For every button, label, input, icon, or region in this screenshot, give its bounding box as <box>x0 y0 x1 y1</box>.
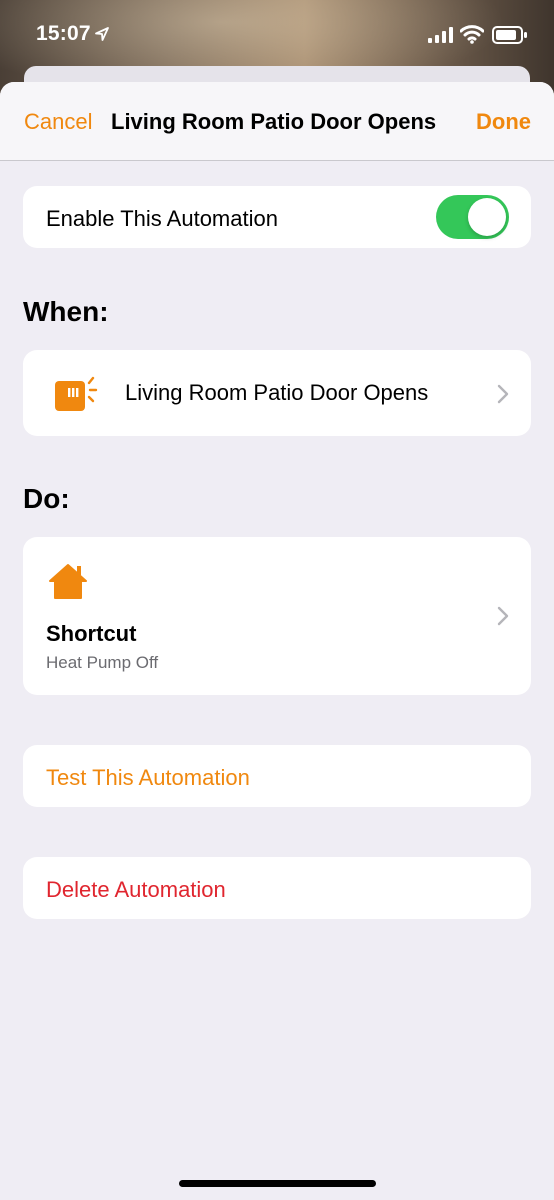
cancel-button[interactable]: Cancel <box>24 109 92 135</box>
when-heading: When: <box>23 296 109 327</box>
chevron-right-icon <box>497 606 509 626</box>
action-title: Shortcut <box>46 621 137 646</box>
location-arrow-icon <box>95 27 109 41</box>
test-automation-label: Test This Automation <box>46 765 250 790</box>
cellular-signal-icon <box>428 27 453 43</box>
test-automation-button[interactable]: Test This Automation <box>23 745 531 807</box>
status-bar: 15:07 <box>0 0 554 66</box>
status-time: 15:07 <box>36 22 91 45</box>
trigger-label: Living Room Patio Door Opens <box>125 380 429 405</box>
chevron-right-icon <box>497 384 509 404</box>
action-row[interactable]: Shortcut Heat Pump Off <box>23 537 531 695</box>
done-button[interactable]: Done <box>476 109 531 135</box>
toggle-knob <box>468 198 506 236</box>
door-sensor-icon <box>55 376 98 411</box>
automation-sheet: Cancel Living Room Patio Door Opens Done… <box>0 82 554 1200</box>
page-title: Living Room Patio Door Opens <box>111 109 437 134</box>
home-icon <box>49 564 87 599</box>
enable-automation-toggle[interactable] <box>436 195 509 239</box>
delete-automation-button[interactable]: Delete Automation <box>23 857 531 919</box>
trigger-row[interactable]: Living Room Patio Door Opens <box>23 350 531 436</box>
delete-automation-label: Delete Automation <box>46 877 226 902</box>
home-indicator[interactable] <box>179 1180 376 1187</box>
do-heading: Do: <box>23 483 70 514</box>
wifi-icon <box>460 25 484 44</box>
enable-automation-row: Enable This Automation <box>23 186 531 248</box>
enable-automation-label: Enable This Automation <box>46 206 278 231</box>
navigation-bar: Cancel Living Room Patio Door Opens Done <box>0 82 554 161</box>
action-subtitle: Heat Pump Off <box>46 653 159 672</box>
battery-icon <box>492 26 527 44</box>
